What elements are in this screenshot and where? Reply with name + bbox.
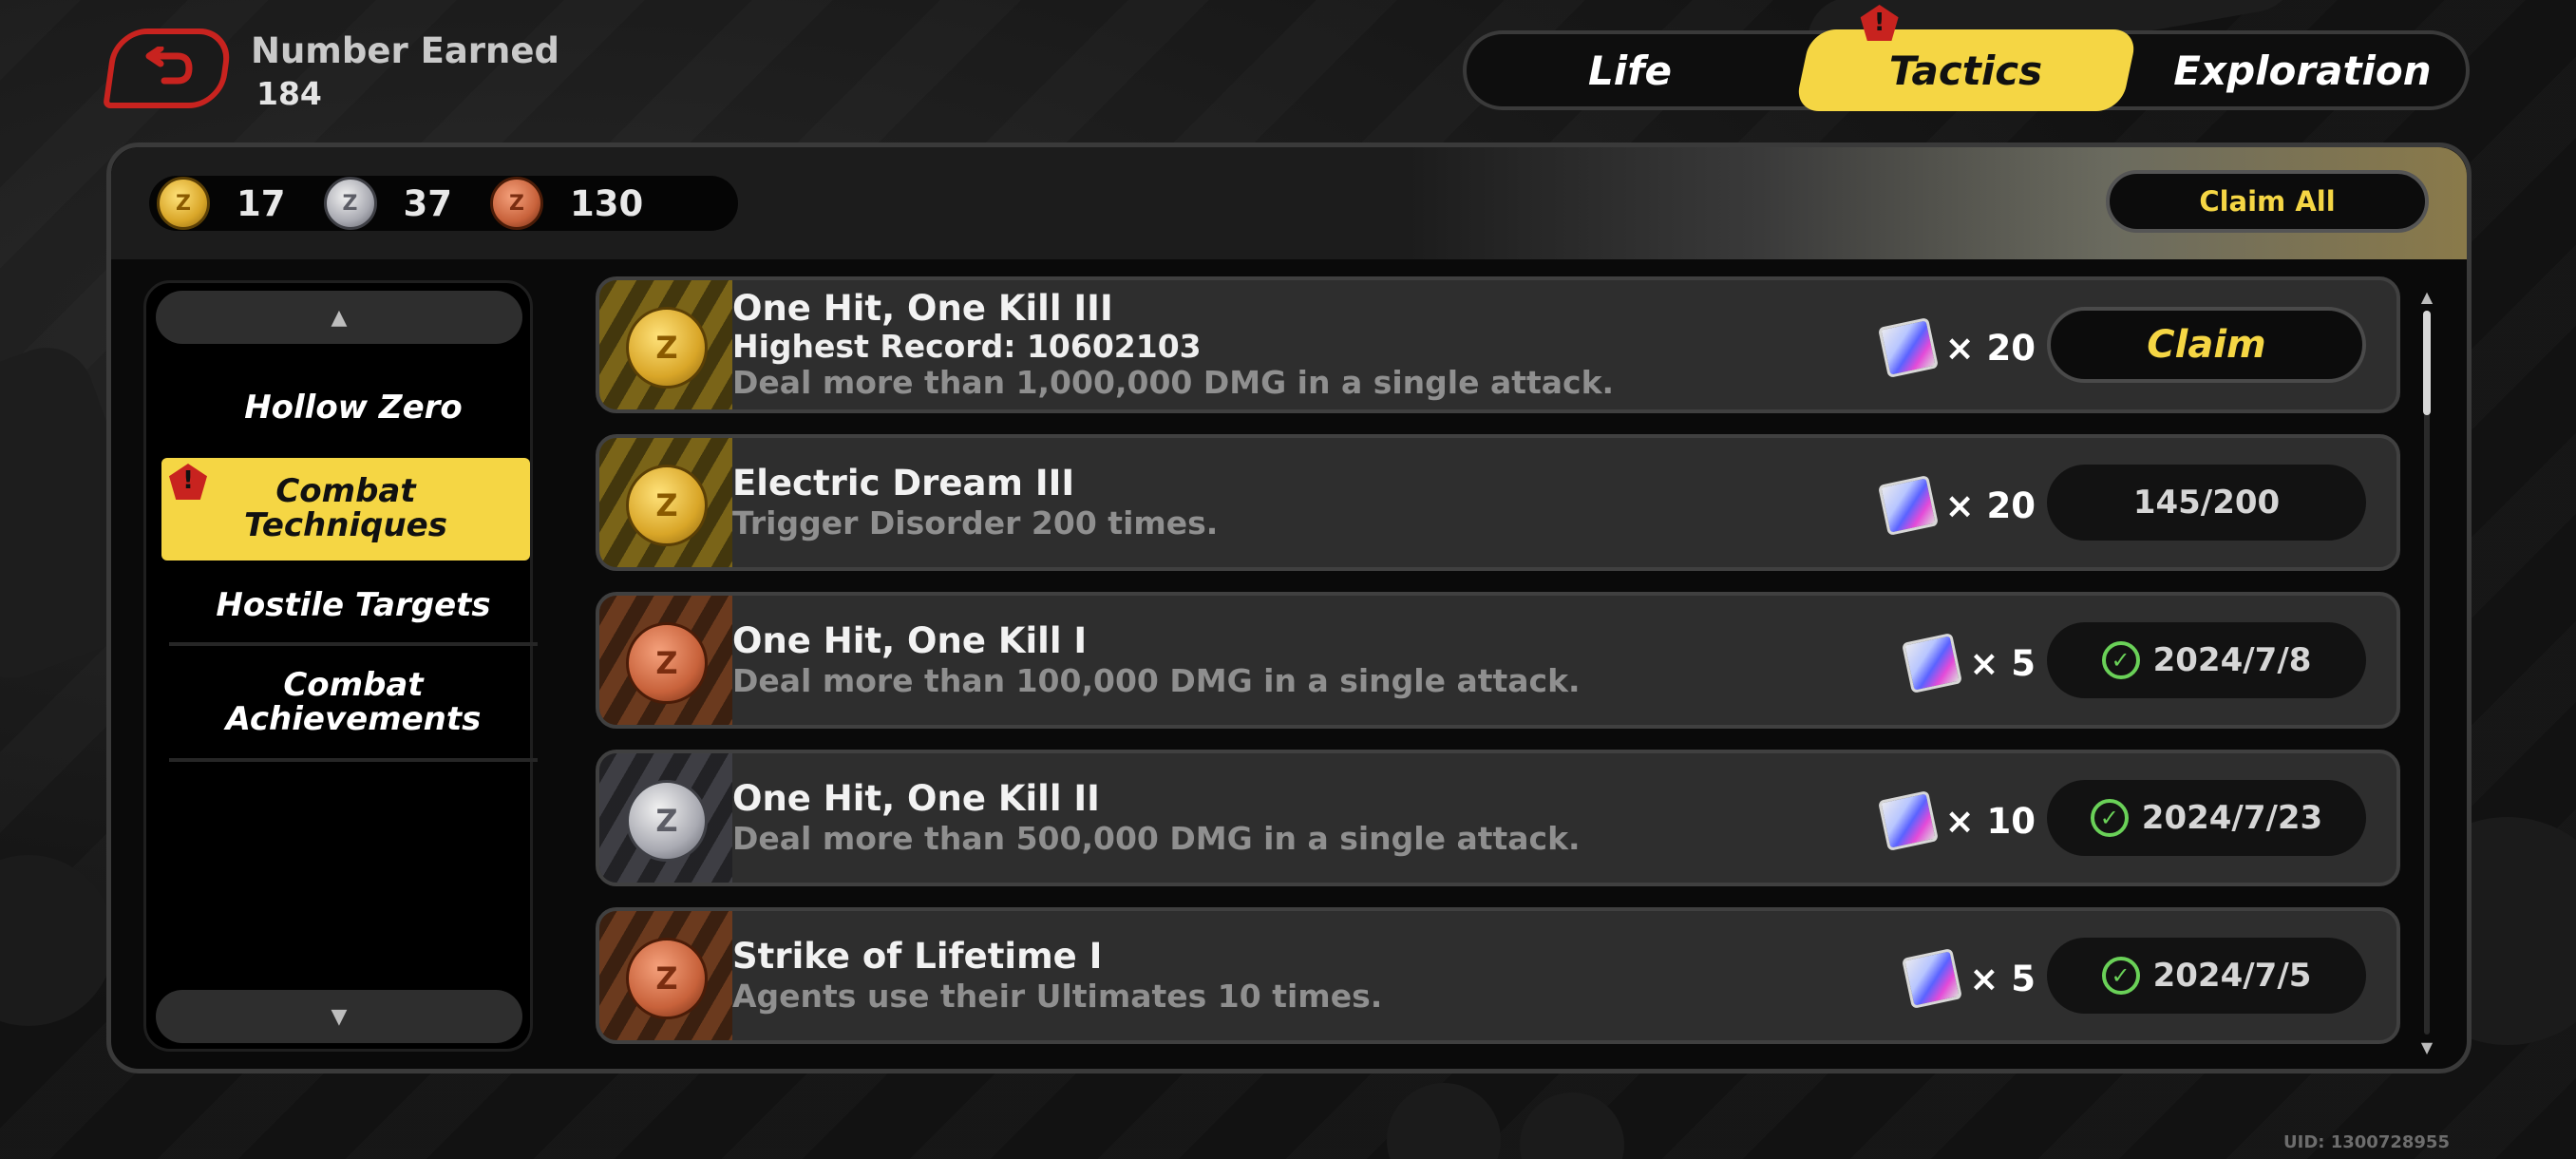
achievement-description: Deal more than 1,000,000 DMG in a single… bbox=[732, 364, 1615, 401]
silver-count: 37 bbox=[403, 182, 453, 224]
number-earned: Number Earned 184 bbox=[251, 30, 559, 112]
achievement-card: Z Electric Dream III Trigger Disorder 20… bbox=[596, 434, 2400, 571]
achievement-record: Highest Record: 10602103 bbox=[732, 328, 1202, 365]
scroll-track bbox=[2423, 311, 2431, 1035]
achievement-title: Strike of Lifetime I bbox=[732, 936, 1103, 977]
sidebar-item-hollow-zero[interactable]: Hollow Zero bbox=[169, 378, 538, 439]
completion-date: 2024/7/5 bbox=[2152, 957, 2312, 995]
ticket-icon bbox=[1877, 789, 1939, 852]
reward-amount: × 5 bbox=[1969, 642, 2036, 684]
achievement-title: One Hit, One Kill I bbox=[732, 620, 1088, 661]
check-icon: ✓ bbox=[2101, 957, 2140, 995]
ticket-icon bbox=[1877, 474, 1939, 537]
chevron-up-icon: ▲ bbox=[2420, 288, 2434, 306]
bronze-count: 130 bbox=[570, 182, 644, 224]
ticket-icon bbox=[1902, 947, 1963, 1010]
gold-medal-icon: Z bbox=[626, 307, 708, 389]
achievement-card: Z One Hit, One Kill I Deal more than 100… bbox=[596, 592, 2400, 729]
reward: × 5 bbox=[1902, 947, 2036, 1010]
sidebar-item-label: Combat Achievements bbox=[225, 666, 482, 738]
category-tabs: Life Tactics ! Exploration bbox=[1463, 29, 2470, 111]
achievement-description: Deal more than 500,000 DMG in a single a… bbox=[732, 820, 1581, 857]
earned-value: 184 bbox=[256, 75, 322, 112]
chevron-down-icon: ▼ bbox=[2420, 1038, 2434, 1056]
achievement-description: Deal more than 100,000 DMG in a single a… bbox=[732, 662, 1581, 699]
silver-coin-icon: Z bbox=[323, 177, 377, 230]
divider bbox=[169, 758, 538, 762]
completion-date: 2024/7/23 bbox=[2141, 799, 2323, 837]
tab-life-label: Life bbox=[1588, 47, 1672, 94]
chevron-down-icon: ▼ bbox=[331, 1004, 348, 1029]
check-icon: ✓ bbox=[2090, 799, 2129, 837]
reward-amount: × 20 bbox=[1944, 484, 2036, 526]
achievement-description: Trigger Disorder 200 times. bbox=[732, 504, 1219, 542]
achievement-description: Agents use their Ultimates 10 times. bbox=[732, 978, 1383, 1015]
achievements-panel: Z 17 Z 37 Z 130 Claim All ▲ Hollow Zero … bbox=[106, 142, 2472, 1074]
tab-exploration-label: Exploration bbox=[2173, 47, 2432, 94]
alert-icon: ! bbox=[169, 464, 207, 500]
bronze-medal-icon: Z bbox=[626, 622, 708, 704]
completion-date: 2024/7/8 bbox=[2152, 641, 2312, 679]
sidebar-item-label: Hollow Zero bbox=[244, 389, 463, 428]
tab-tactics-label: Tactics bbox=[1889, 47, 2043, 94]
scroll-thumb[interactable] bbox=[2423, 311, 2431, 415]
scroll-down-button[interactable]: ▼ bbox=[156, 990, 522, 1043]
reward-amount: × 5 bbox=[1969, 958, 2036, 999]
sidebar: ▲ Hollow Zero Combat Techniques ! Hostil… bbox=[143, 280, 538, 1052]
completed-status: ✓ 2024/7/23 bbox=[2047, 780, 2366, 856]
back-button[interactable] bbox=[103, 28, 234, 108]
currency-bar: Z 17 Z 37 Z 130 bbox=[149, 176, 738, 231]
reward-amount: × 20 bbox=[1944, 327, 2036, 369]
earned-label: Number Earned bbox=[251, 30, 559, 71]
sidebar-item-label: Combat Techniques bbox=[244, 472, 447, 544]
gold-medal-icon: Z bbox=[626, 465, 708, 546]
achievement-card: Z One Hit, One Kill II Deal more than 50… bbox=[596, 750, 2400, 886]
panel-header: Z 17 Z 37 Z 130 Claim All bbox=[111, 147, 2467, 259]
back-arrow-icon bbox=[145, 47, 193, 85]
reward-amount: × 10 bbox=[1944, 800, 2036, 842]
uid-label: UID: 1300728955 bbox=[2283, 1132, 2450, 1152]
reward: × 5 bbox=[1902, 632, 2036, 694]
divider bbox=[169, 642, 538, 646]
sidebar-item-hostile-targets[interactable]: Hostile Targets bbox=[169, 576, 538, 636]
bronze-coin-icon: Z bbox=[490, 177, 543, 230]
tab-life[interactable]: Life bbox=[1467, 34, 1793, 106]
tab-exploration[interactable]: Exploration bbox=[2139, 34, 2466, 106]
claim-all-button[interactable]: Claim All bbox=[2106, 170, 2429, 233]
achievement-title: Electric Dream III bbox=[732, 463, 1075, 504]
reward: × 10 bbox=[1877, 789, 2036, 852]
ticket-icon bbox=[1877, 316, 1939, 379]
gold-count: 17 bbox=[237, 182, 286, 224]
tab-tactics[interactable]: Tactics ! bbox=[1793, 29, 2139, 111]
bronze-medal-icon: Z bbox=[626, 938, 708, 1019]
claim-button[interactable]: Claim bbox=[2047, 307, 2366, 383]
sidebar-item-label: Hostile Targets bbox=[216, 586, 491, 625]
list-scrollbar[interactable]: ▲ ▼ bbox=[2419, 290, 2434, 1055]
scroll-up-button[interactable]: ▲ bbox=[156, 291, 522, 344]
gold-coin-icon: Z bbox=[157, 177, 210, 230]
check-icon: ✓ bbox=[2101, 641, 2140, 679]
silver-medal-icon: Z bbox=[626, 780, 708, 862]
achievement-card: Z Strike of Lifetime I Agents use their … bbox=[596, 907, 2400, 1044]
chevron-up-icon: ▲ bbox=[331, 305, 348, 330]
sidebar-item-combat-techniques[interactable]: Combat Techniques ! bbox=[161, 458, 530, 560]
achievement-title: One Hit, One Kill II bbox=[732, 778, 1100, 819]
sidebar-item-combat-achievements[interactable]: Combat Achievements bbox=[169, 656, 538, 750]
background-circle bbox=[1520, 1092, 1624, 1159]
reward: × 20 bbox=[1877, 316, 2036, 379]
completed-status: ✓ 2024/7/5 bbox=[2047, 938, 2366, 1014]
completed-status: ✓ 2024/7/8 bbox=[2047, 622, 2366, 698]
reward: × 20 bbox=[1877, 474, 2036, 537]
progress-status: 145/200 bbox=[2047, 465, 2366, 541]
background-circle bbox=[1387, 1083, 1501, 1159]
achievement-card: Z One Hit, One Kill III Highest Record: … bbox=[596, 276, 2400, 413]
ticket-icon bbox=[1902, 632, 1963, 694]
background-circle bbox=[0, 855, 114, 1026]
achievement-title: One Hit, One Kill III bbox=[732, 288, 1113, 329]
